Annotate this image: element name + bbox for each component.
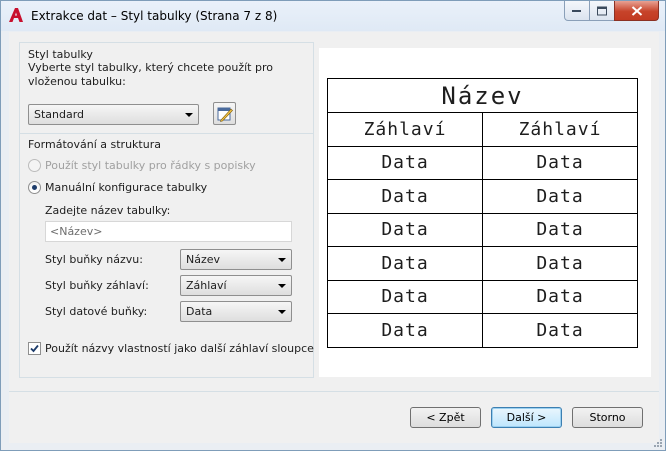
table-style-select[interactable]: Standard: [28, 104, 199, 125]
close-button[interactable]: [614, 1, 659, 21]
footer-separator: [9, 391, 659, 392]
table-name-input[interactable]: [46, 222, 291, 241]
preview-data-cell: Data: [327, 179, 483, 214]
title-cell-style-select[interactable]: Název: [180, 249, 292, 270]
minimize-button[interactable]: [564, 1, 590, 21]
preview-data-row: Data Data: [327, 212, 638, 247]
back-button[interactable]: < Zpět: [410, 407, 481, 428]
header-cell-style-select[interactable]: Záhlaví: [180, 275, 292, 296]
formatting-group-title: Formátování a struktura: [28, 138, 161, 151]
use-style-radio-label: Použít styl tabulky pro řádky s popisky: [45, 159, 256, 172]
table-name-label: Zadejte název tabulky:: [45, 204, 171, 217]
data-cell-style-value: Data: [186, 305, 213, 318]
header-cell-style-value: Záhlaví: [186, 279, 227, 292]
chevron-down-icon: [278, 284, 286, 288]
chevron-down-icon: [185, 113, 193, 117]
manual-config-radio-label: Manuální konfigurace tabulky: [45, 181, 208, 194]
autocad-a-icon: [9, 8, 23, 22]
resize-grip-icon[interactable]: [653, 438, 663, 448]
table-style-select-value: Standard: [34, 108, 85, 121]
cancel-button[interactable]: Storno: [572, 407, 643, 428]
preview-data-row: Data Data: [327, 246, 638, 281]
use-property-names-checkbox[interactable]: [28, 342, 41, 355]
preview-data-cell: Data: [482, 179, 638, 214]
preview-data-cell: Data: [482, 246, 638, 281]
preview-data-row: Data Data: [327, 179, 638, 214]
preview-data-cell: Data: [327, 212, 483, 247]
preview-data-row: Data Data: [327, 279, 638, 314]
preview-header-cell: Záhlaví: [327, 112, 483, 147]
minimize-icon: [572, 9, 581, 12]
window-title: Extrakce dat – Styl tabulky (Strana 7 z …: [31, 9, 278, 23]
preview-title-cell: Název: [327, 78, 638, 113]
table-style-edit-icon: [217, 107, 233, 122]
chevron-down-icon: [278, 258, 286, 262]
title-bar[interactable]: Extrakce dat – Styl tabulky (Strana 7 z …: [1, 1, 665, 31]
preview-data-cell: Data: [327, 145, 483, 180]
dialog-window: Extrakce dat – Styl tabulky (Strana 7 z …: [0, 0, 666, 451]
use-style-radio[interactable]: [28, 159, 41, 172]
group-separator: [20, 133, 313, 134]
preview-data-cell: Data: [482, 145, 638, 180]
table-preview: Název Záhlaví Záhlaví Data Data Data Dat…: [319, 48, 651, 377]
table-style-description: Vyberte styl tabulky, který chcete použí…: [28, 61, 273, 88]
preview-data-cell: Data: [482, 313, 638, 348]
preview-table: Název Záhlaví Záhlaví Data Data Data Dat…: [327, 78, 638, 348]
header-cell-style-label: Styl buňky záhlaví:: [45, 279, 149, 292]
next-button[interactable]: Další >: [491, 407, 562, 428]
settings-panel: Styl tabulky Vyberte styl tabulky, který…: [19, 42, 314, 378]
dialog-content: Styl tabulky Vyberte styl tabulky, který…: [9, 32, 659, 443]
table-style-group-title: Styl tabulky: [28, 48, 93, 61]
preview-header-cell: Záhlaví: [482, 112, 638, 147]
preview-data-cell: Data: [482, 279, 638, 314]
preview-data-cell: Data: [327, 313, 483, 348]
use-property-names-label: Použít názvy vlastností jako další záhla…: [45, 342, 314, 355]
preview-data-cell: Data: [327, 246, 483, 281]
manual-config-radio[interactable]: [28, 181, 41, 194]
title-cell-style-value: Název: [186, 253, 221, 266]
maximize-button[interactable]: [589, 1, 615, 21]
edit-table-style-button[interactable]: [213, 102, 236, 125]
close-icon: [631, 5, 642, 16]
checkmark-icon: [30, 344, 39, 353]
preview-data-row: Data Data: [327, 145, 638, 180]
chevron-down-icon: [278, 310, 286, 314]
data-cell-style-select[interactable]: Data: [180, 301, 292, 322]
data-cell-style-label: Styl datové buňky:: [45, 305, 148, 318]
preview-data-row: Data Data: [327, 313, 638, 348]
table-name-field[interactable]: [45, 221, 292, 242]
preview-data-cell: Data: [482, 212, 638, 247]
title-cell-style-label: Styl buňky názvu:: [45, 253, 143, 266]
maximize-icon: [597, 6, 607, 15]
preview-data-cell: Data: [327, 279, 483, 314]
